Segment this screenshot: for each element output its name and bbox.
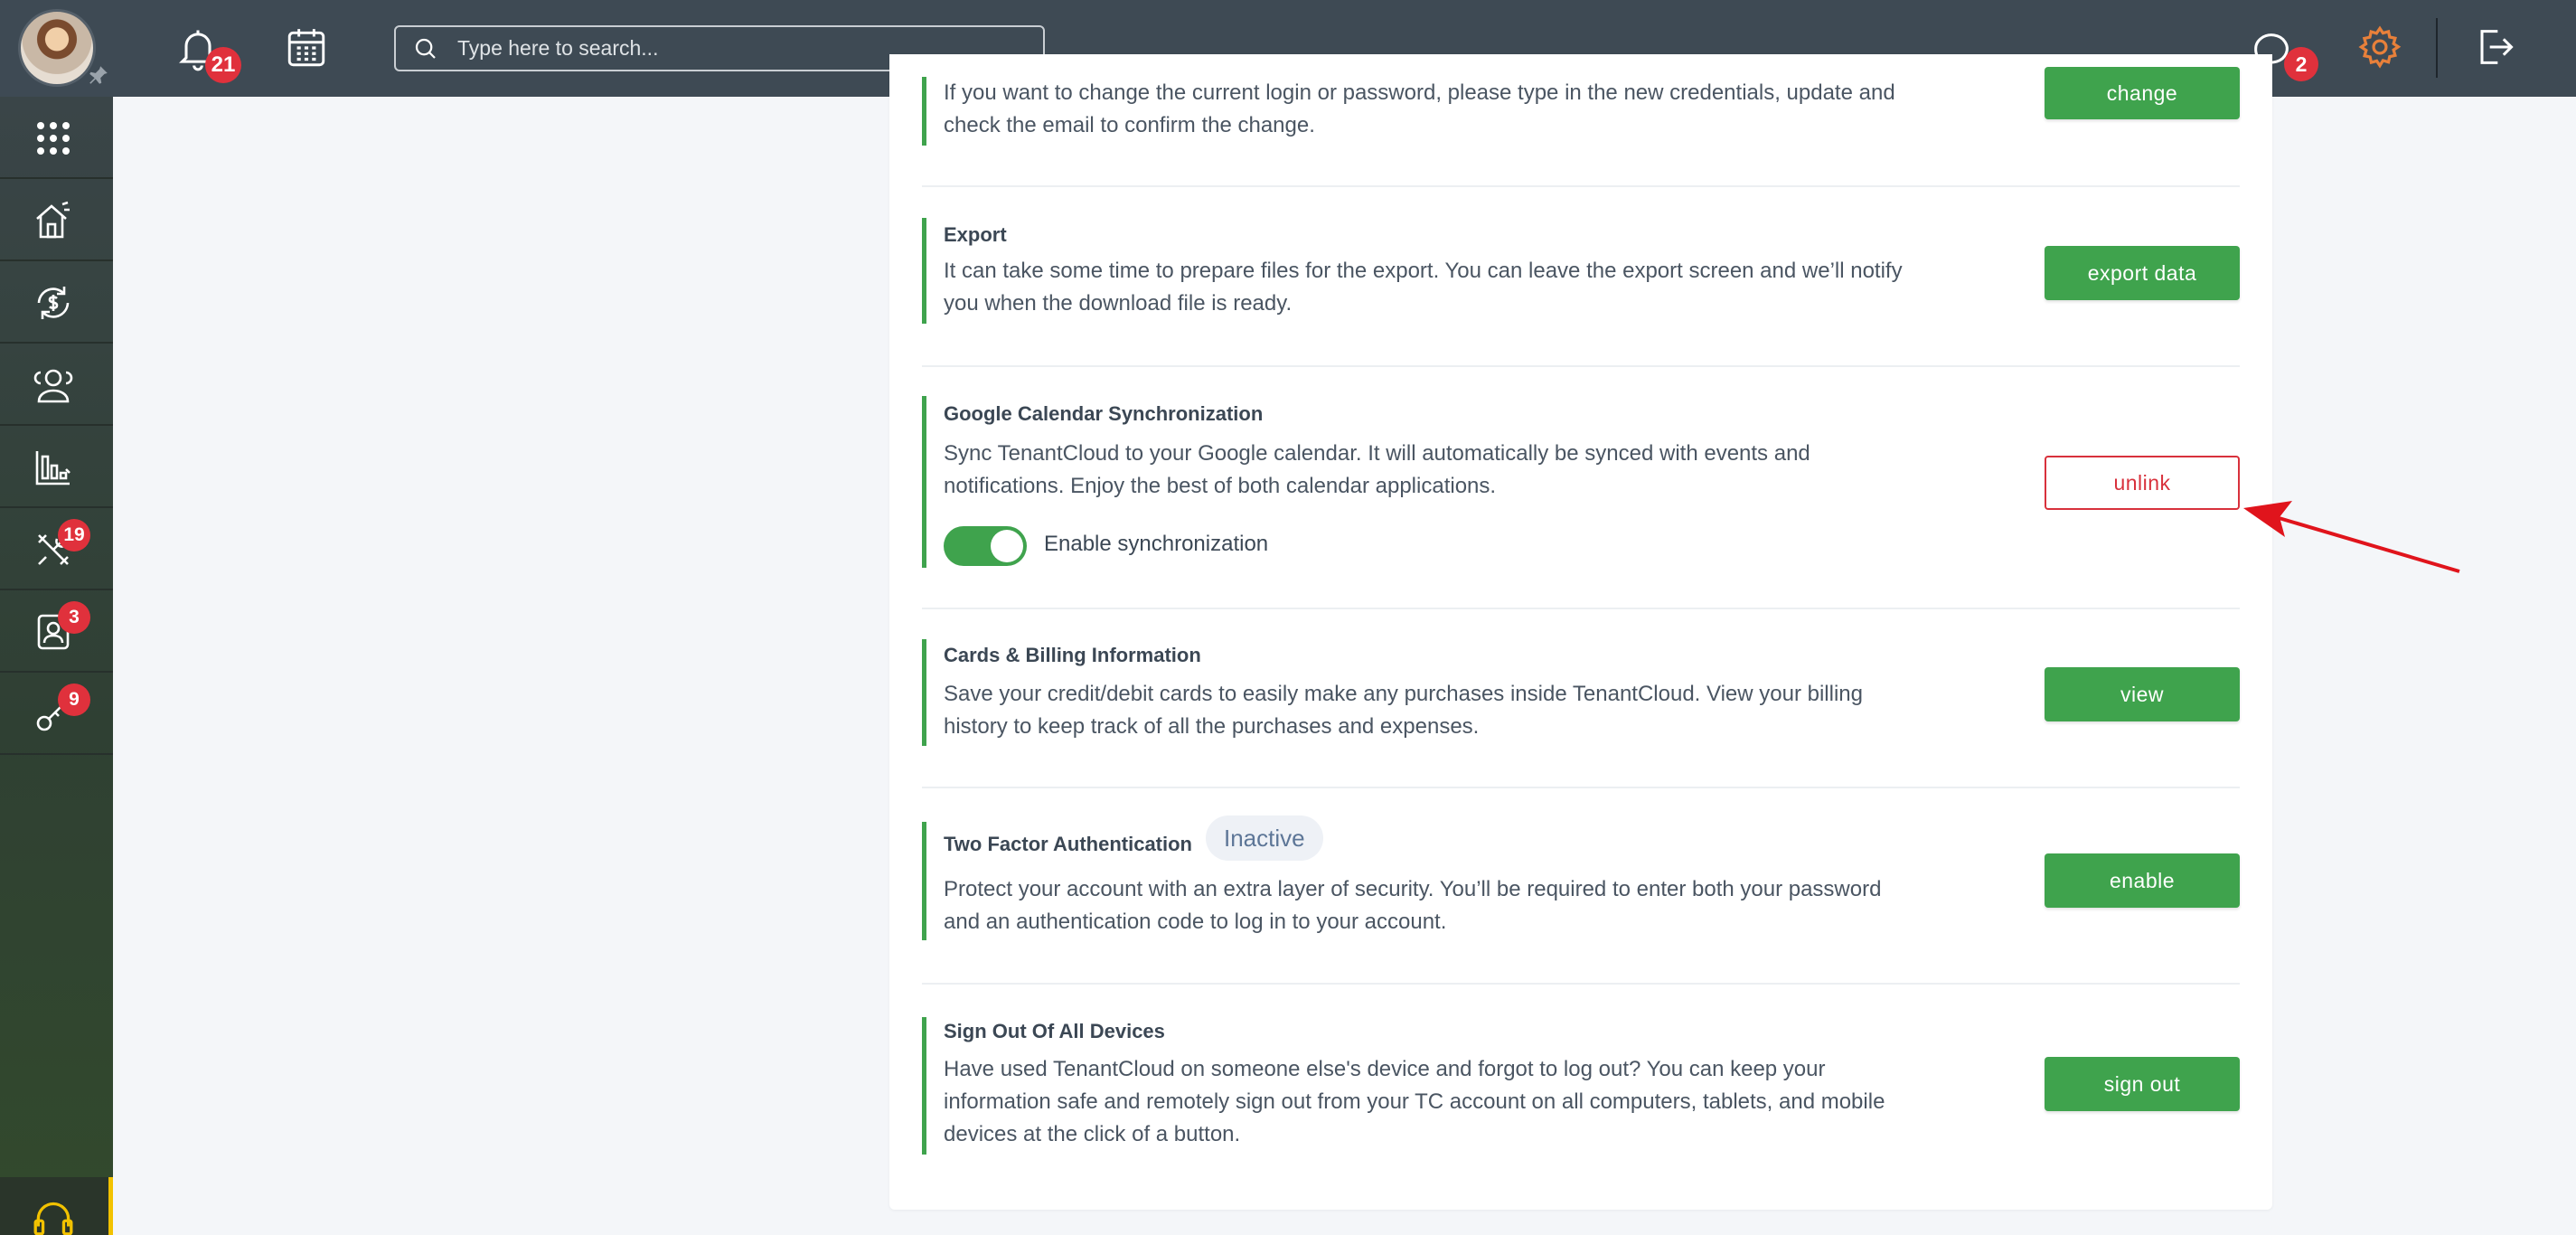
export-title: Export [944,223,1007,246]
support-accent [108,1177,113,1235]
view-button[interactable]: view [2045,667,2240,721]
sidebar-item-applications[interactable]: 3 [0,590,113,673]
pin-icon [89,66,108,84]
sign-out-button[interactable]: sign out [2045,1057,2240,1111]
sign-out-description: Have used TenantCloud on someone else's … [944,1057,1885,1146]
unlink-button[interactable]: unlink [2045,456,2240,510]
section-google-calendar: Google Calendar Synchronization Sync Ten… [922,396,2240,568]
properties-house-icon [36,201,70,239]
export-description: It can take some time to prepare files f… [944,259,1903,316]
annotation-arrow [2243,501,2460,573]
user-avatar[interactable] [18,9,96,87]
logout-icon[interactable] [2470,24,2517,71]
billing-title: Cards & Billing Information [944,644,1201,666]
two-factor-description: Protect your account with an extra layer… [944,877,1882,934]
section-accent-bar [922,218,926,324]
sidebar-item-accounting[interactable] [0,261,113,344]
export-data-button[interactable]: export data [2045,246,2240,300]
section-two-factor: Two Factor Authentication Inactive Prote… [922,815,2240,940]
sync-toggle-label: Enable synchronization [1044,532,1269,556]
notifications-badge: 21 [205,47,241,83]
people-icon [33,369,73,403]
section-accent-bar [922,1017,926,1155]
billing-description: Save your credit/debit cards to easily m… [944,682,1863,739]
section-login: If you want to change the current login … [922,77,2240,146]
sidebar-item-maintenance[interactable]: 19 [0,508,113,590]
gear-icon[interactable] [2356,24,2403,71]
google-calendar-title: Google Calendar Synchronization [944,402,1264,425]
google-calendar-description: Sync TenantCloud to your Google calendar… [944,441,1810,498]
messages-badge: 2 [2284,47,2318,81]
section-accent-bar [922,822,926,940]
section-divider [922,608,2240,609]
section-accent-bar [922,77,926,146]
sync-toggle[interactable] [944,526,1027,566]
sidebar: 19 3 9 [0,97,113,1235]
section-divider [922,185,2240,187]
section-accent-bar [922,639,926,746]
marketing-badge: 9 [58,683,90,716]
section-billing: Cards & Billing Information Save your cr… [922,639,2240,746]
headset-icon [33,1202,73,1235]
sidebar-item-marketing[interactable]: 9 [0,673,113,755]
login-description: If you want to change the current login … [944,80,1895,137]
sign-out-title: Sign Out Of All Devices [944,1020,1165,1042]
section-sign-out: Sign Out Of All Devices Have used Tenant… [922,1017,2240,1155]
section-divider [922,787,2240,788]
change-button[interactable]: change [2045,67,2240,119]
calendar-icon[interactable] [284,25,329,71]
accounting-dollar-icon [37,287,70,319]
two-factor-title: Two Factor Authentication [944,833,1192,855]
sidebar-item-people[interactable] [0,344,113,426]
toggle-knob [991,530,1023,562]
maintenance-badge: 19 [58,519,90,552]
search-icon [415,38,436,59]
sidebar-item-apps[interactable] [0,97,113,179]
reports-chart-icon [35,451,71,486]
section-divider [922,983,2240,985]
section-divider [922,365,2240,367]
applications-badge: 3 [58,601,90,634]
section-accent-bar [922,396,926,568]
section-export: Export It can take some time to prepare … [922,218,2240,324]
sidebar-item-reports[interactable] [0,426,113,508]
topbar-divider [2436,18,2438,78]
apps-grid-icon [37,122,70,155]
status-badge: Inactive [1206,815,1323,861]
sidebar-item-properties[interactable] [0,179,113,261]
enable-button[interactable]: enable [2045,853,2240,908]
